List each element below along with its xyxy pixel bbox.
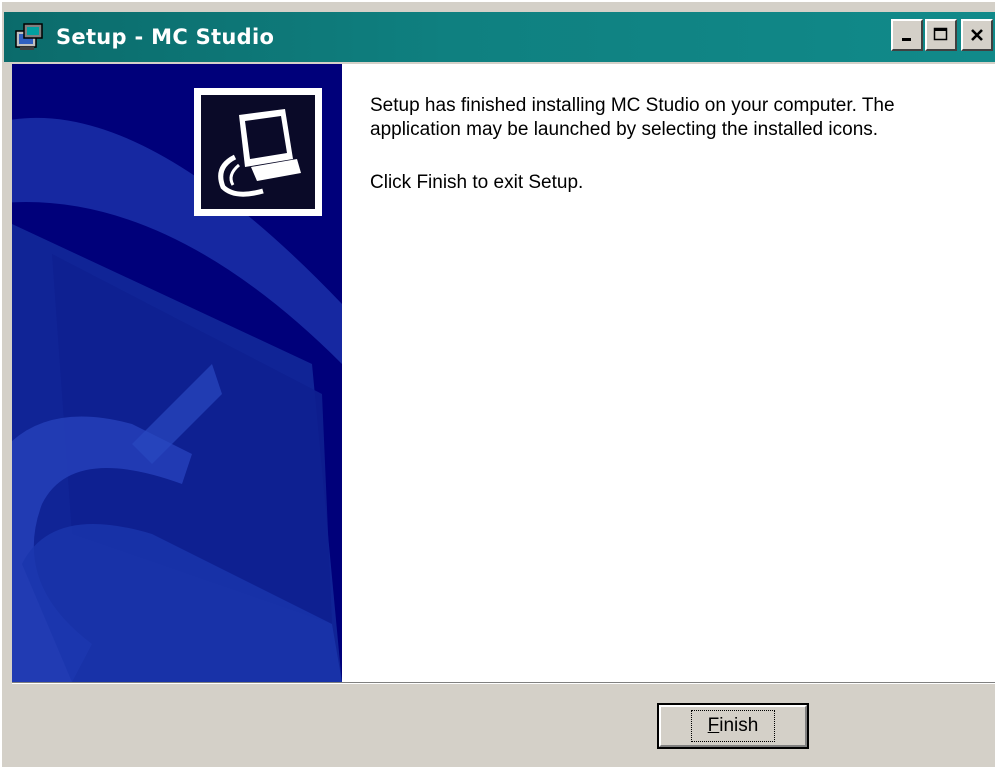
close-button[interactable] xyxy=(961,19,993,51)
computer-icon xyxy=(201,95,315,209)
finish-button-label: Finish xyxy=(690,710,776,742)
title-buttons xyxy=(891,19,993,51)
setup-app-icon xyxy=(12,19,48,55)
footer-separator-highlight xyxy=(12,683,995,684)
minimize-icon xyxy=(902,38,911,41)
title-bar[interactable]: Setup - MC Studio xyxy=(4,12,995,62)
minimize-button[interactable] xyxy=(891,19,923,51)
setup-window: Setup - MC Studio Setup has finished ins… xyxy=(0,0,995,767)
setup-logo xyxy=(194,88,322,216)
finish-label-rest: inish xyxy=(719,715,759,736)
window-title: Setup - MC Studio xyxy=(56,25,275,49)
close-icon xyxy=(971,29,983,41)
wizard-content: Setup has finished installing MC Studio … xyxy=(342,64,995,682)
finished-message: Setup has finished installing MC Studio … xyxy=(370,94,970,142)
maximize-button[interactable] xyxy=(925,19,957,51)
wizard-banner-image xyxy=(12,64,342,682)
finish-mnemonic: F xyxy=(707,715,720,736)
finish-button-face: Finish xyxy=(659,705,807,747)
message-line-2: application may be launched by selecting… xyxy=(370,119,879,140)
message-line-1: Setup has finished installing MC Studio … xyxy=(370,95,895,116)
exit-instruction: Click Finish to exit Setup. xyxy=(370,172,584,193)
finish-button[interactable]: Finish xyxy=(657,703,809,749)
maximize-icon xyxy=(933,27,948,41)
